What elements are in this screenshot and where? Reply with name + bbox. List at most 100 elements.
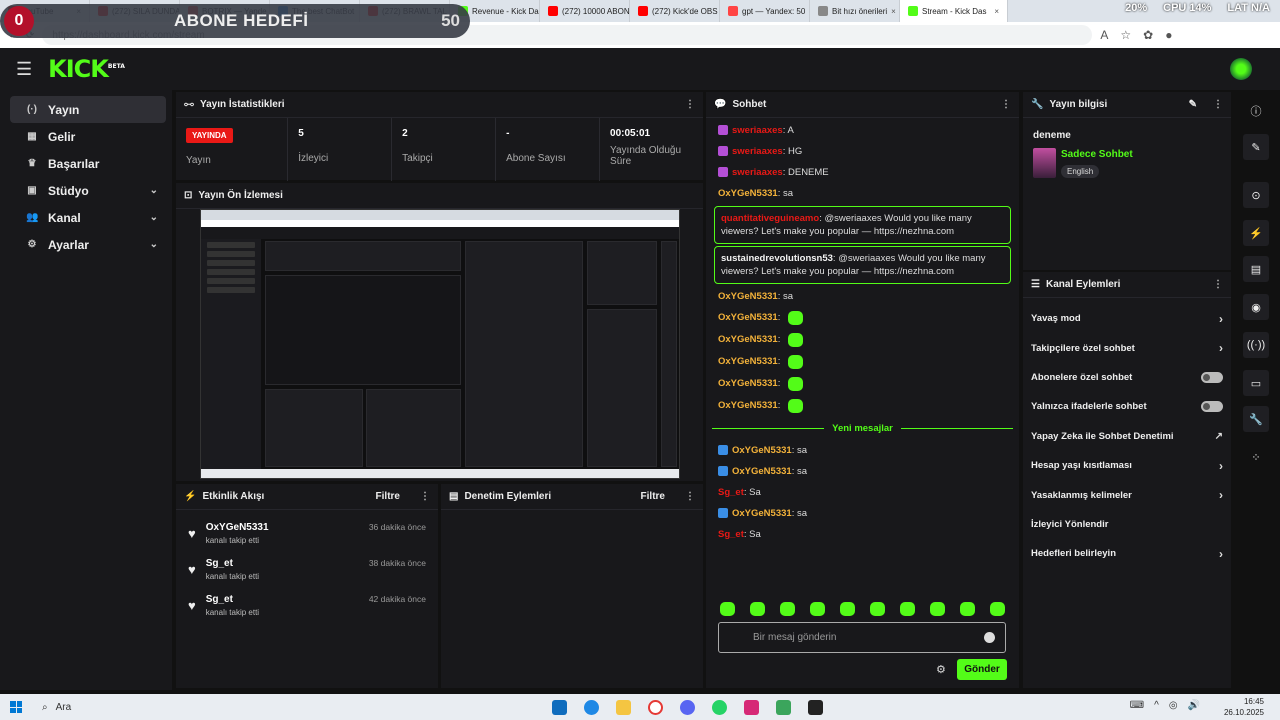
volume-icon[interactable]: 🔊 [1188, 700, 1200, 711]
chat-username[interactable]: sustainedrevolutionsn53 [721, 253, 833, 264]
filter-button[interactable]: Filtre [641, 491, 665, 502]
chat-username[interactable]: Sg_et [718, 487, 744, 498]
emote-icon[interactable] [720, 602, 735, 616]
chevron-up-icon[interactable]: ^ [1154, 700, 1159, 711]
sidebar-item-başarılar[interactable]: ♛ Başarılar [10, 150, 166, 177]
channel-action-item[interactable]: İzleyici Yönlendir [1023, 510, 1231, 539]
emote-icon[interactable] [990, 602, 1005, 616]
toggle-switch[interactable] [1201, 401, 1223, 413]
emote-icon[interactable] [780, 602, 795, 616]
browser-tab[interactable]: Bit hızı önerileri × [810, 0, 900, 22]
app-icon[interactable] [776, 700, 791, 715]
outlook-icon[interactable] [552, 700, 567, 715]
chat-username[interactable]: sweriaaxes [732, 125, 783, 136]
emote-icon[interactable] [750, 602, 765, 616]
clock[interactable]: 16:45 26.10.2025 [1224, 696, 1264, 718]
stream-preview-video[interactable] [200, 209, 680, 479]
chat-username[interactable]: Sg_et [718, 529, 744, 540]
more-icon[interactable]: ⋮ [685, 99, 695, 110]
channel-action-item[interactable]: Yasaklanmış kelimeler › [1023, 480, 1231, 509]
emote-icon[interactable] [930, 602, 945, 616]
sidebar-item-yayın[interactable]: (·) Yayın [10, 96, 166, 123]
sidebar-item-gelir[interactable]: ▦ Gelir [10, 123, 166, 150]
channel-action-item[interactable]: Yavaş mod › [1023, 304, 1231, 333]
channel-action-item[interactable]: Abonelere özel sohbet [1023, 363, 1231, 392]
browser-tab[interactable]: (272) 10000 ABON× [540, 0, 630, 22]
chat-username[interactable]: OxYGeN5331 [718, 334, 778, 345]
explorer-icon[interactable] [616, 700, 631, 715]
translate-icon[interactable]: A [1100, 28, 1108, 42]
chat-username[interactable]: OxYGeN5331 [718, 356, 778, 367]
channel-action-item[interactable]: Yapay Zeka ile Sohbet Denetimi ↗ [1023, 422, 1231, 451]
chat-username[interactable]: quantitativeguineamo [721, 213, 819, 224]
scan-icon[interactable]: ⊙ [1243, 182, 1269, 208]
chat-username[interactable]: OxYGeN5331 [718, 291, 778, 302]
document-icon[interactable]: ▤ [1243, 256, 1269, 282]
wrench-icon[interactable]: 🔧 [1243, 406, 1269, 432]
channel-action-item[interactable]: Yalnızca ifadelerle sohbet [1023, 392, 1231, 421]
chat-settings-icon[interactable]: ⚙ [936, 663, 946, 676]
close-icon[interactable]: × [891, 7, 896, 16]
chat-username[interactable]: OxYGeN5331 [718, 378, 778, 389]
sidebar-item-kanal[interactable]: 👥 Kanal ⌄ [10, 204, 166, 231]
emote-icon[interactable] [810, 602, 825, 616]
whatsapp-icon[interactable] [712, 700, 727, 715]
toggle-switch[interactable] [1201, 371, 1223, 383]
more-icon[interactable]: ⋮ [1213, 279, 1223, 290]
emote-icon[interactable] [900, 602, 915, 616]
channel-action-item[interactable]: Hedefleri belirleyin › [1023, 539, 1231, 568]
chat-icon[interactable]: ◉ [1243, 294, 1269, 320]
more-icon[interactable]: ⋮ [1001, 99, 1011, 110]
sidebar-item-stüdyo[interactable]: ▣ Stüdyo ⌄ [10, 177, 166, 204]
category-name[interactable]: Sadece Sohbet [1061, 149, 1133, 160]
obs-icon[interactable] [808, 700, 823, 715]
avatar[interactable] [1230, 58, 1252, 80]
edit-icon[interactable]: ✎ [1243, 134, 1269, 160]
kick-logo[interactable]: KICKBETA [48, 55, 125, 83]
apps-icon[interactable]: ⁘ [1243, 444, 1269, 470]
channel-action-item[interactable]: Hesap yaşı kısıtlaması › [1023, 451, 1231, 480]
more-icon[interactable]: ⋮ [420, 491, 430, 502]
emote-icon[interactable] [870, 602, 885, 616]
layout-icon[interactable]: ▭ [1243, 370, 1269, 396]
send-button[interactable]: Gönder [957, 659, 1007, 680]
broadcast-icon[interactable]: ((·)) [1243, 332, 1269, 358]
chat-username[interactable]: OxYGeN5331 [732, 445, 792, 456]
chat-username[interactable]: OxYGeN5331 [718, 312, 778, 323]
emoji-icon[interactable] [984, 632, 995, 643]
filter-button[interactable]: Filtre [376, 491, 400, 502]
taskbar-search[interactable]: ⌕ Ara [42, 702, 71, 713]
chat-input[interactable]: Bir mesaj gönderin [718, 622, 1006, 653]
external-link-icon: ↗ [1214, 430, 1223, 442]
chat-username[interactable]: OxYGeN5331 [718, 400, 778, 411]
instagram-icon[interactable] [744, 700, 759, 715]
channel-action-item[interactable]: Takipçilere özel sohbet › [1023, 333, 1231, 362]
browser-tab[interactable]: Stream - Kick Das × [900, 0, 1008, 22]
close-icon[interactable]: × [994, 7, 999, 16]
windows-start-icon[interactable] [10, 701, 22, 713]
browser-tab[interactable]: (272) Kick'de OBS× [630, 0, 720, 22]
extensions-icon[interactable]: ✿ [1143, 28, 1153, 42]
network-icon[interactable]: ◎ [1169, 700, 1178, 711]
edit-icon[interactable]: ✎ [1189, 99, 1197, 110]
chat-username[interactable]: OxYGeN5331 [732, 508, 792, 519]
chat-username[interactable]: sweriaaxes [732, 146, 783, 157]
more-icon[interactable]: ⋮ [685, 491, 695, 502]
chat-username[interactable]: OxYGeN5331 [718, 188, 778, 199]
keyboard-icon[interactable]: ⌨ [1130, 700, 1144, 711]
emote-icon[interactable] [840, 602, 855, 616]
bolt-icon[interactable]: ⚡ [1243, 220, 1269, 246]
more-icon[interactable]: ⋮ [1213, 99, 1223, 110]
browser-tab[interactable]: gpt — Yandex: 50× [720, 0, 810, 22]
info-icon[interactable]: ⓘ [1243, 98, 1269, 124]
chat-username[interactable]: OxYGeN5331 [732, 466, 792, 477]
menu-icon[interactable]: ☰ [16, 59, 32, 80]
bookmark-star-icon[interactable]: ☆ [1120, 28, 1131, 42]
chat-username[interactable]: sweriaaxes [732, 167, 783, 178]
profile-icon[interactable]: ● [1165, 28, 1172, 42]
opera-icon[interactable] [648, 700, 663, 715]
edge-icon[interactable] [584, 700, 599, 715]
discord-icon[interactable] [680, 700, 695, 715]
sidebar-item-ayarlar[interactable]: ⚙ Ayarlar ⌄ [10, 231, 166, 258]
emote-icon[interactable] [960, 602, 975, 616]
